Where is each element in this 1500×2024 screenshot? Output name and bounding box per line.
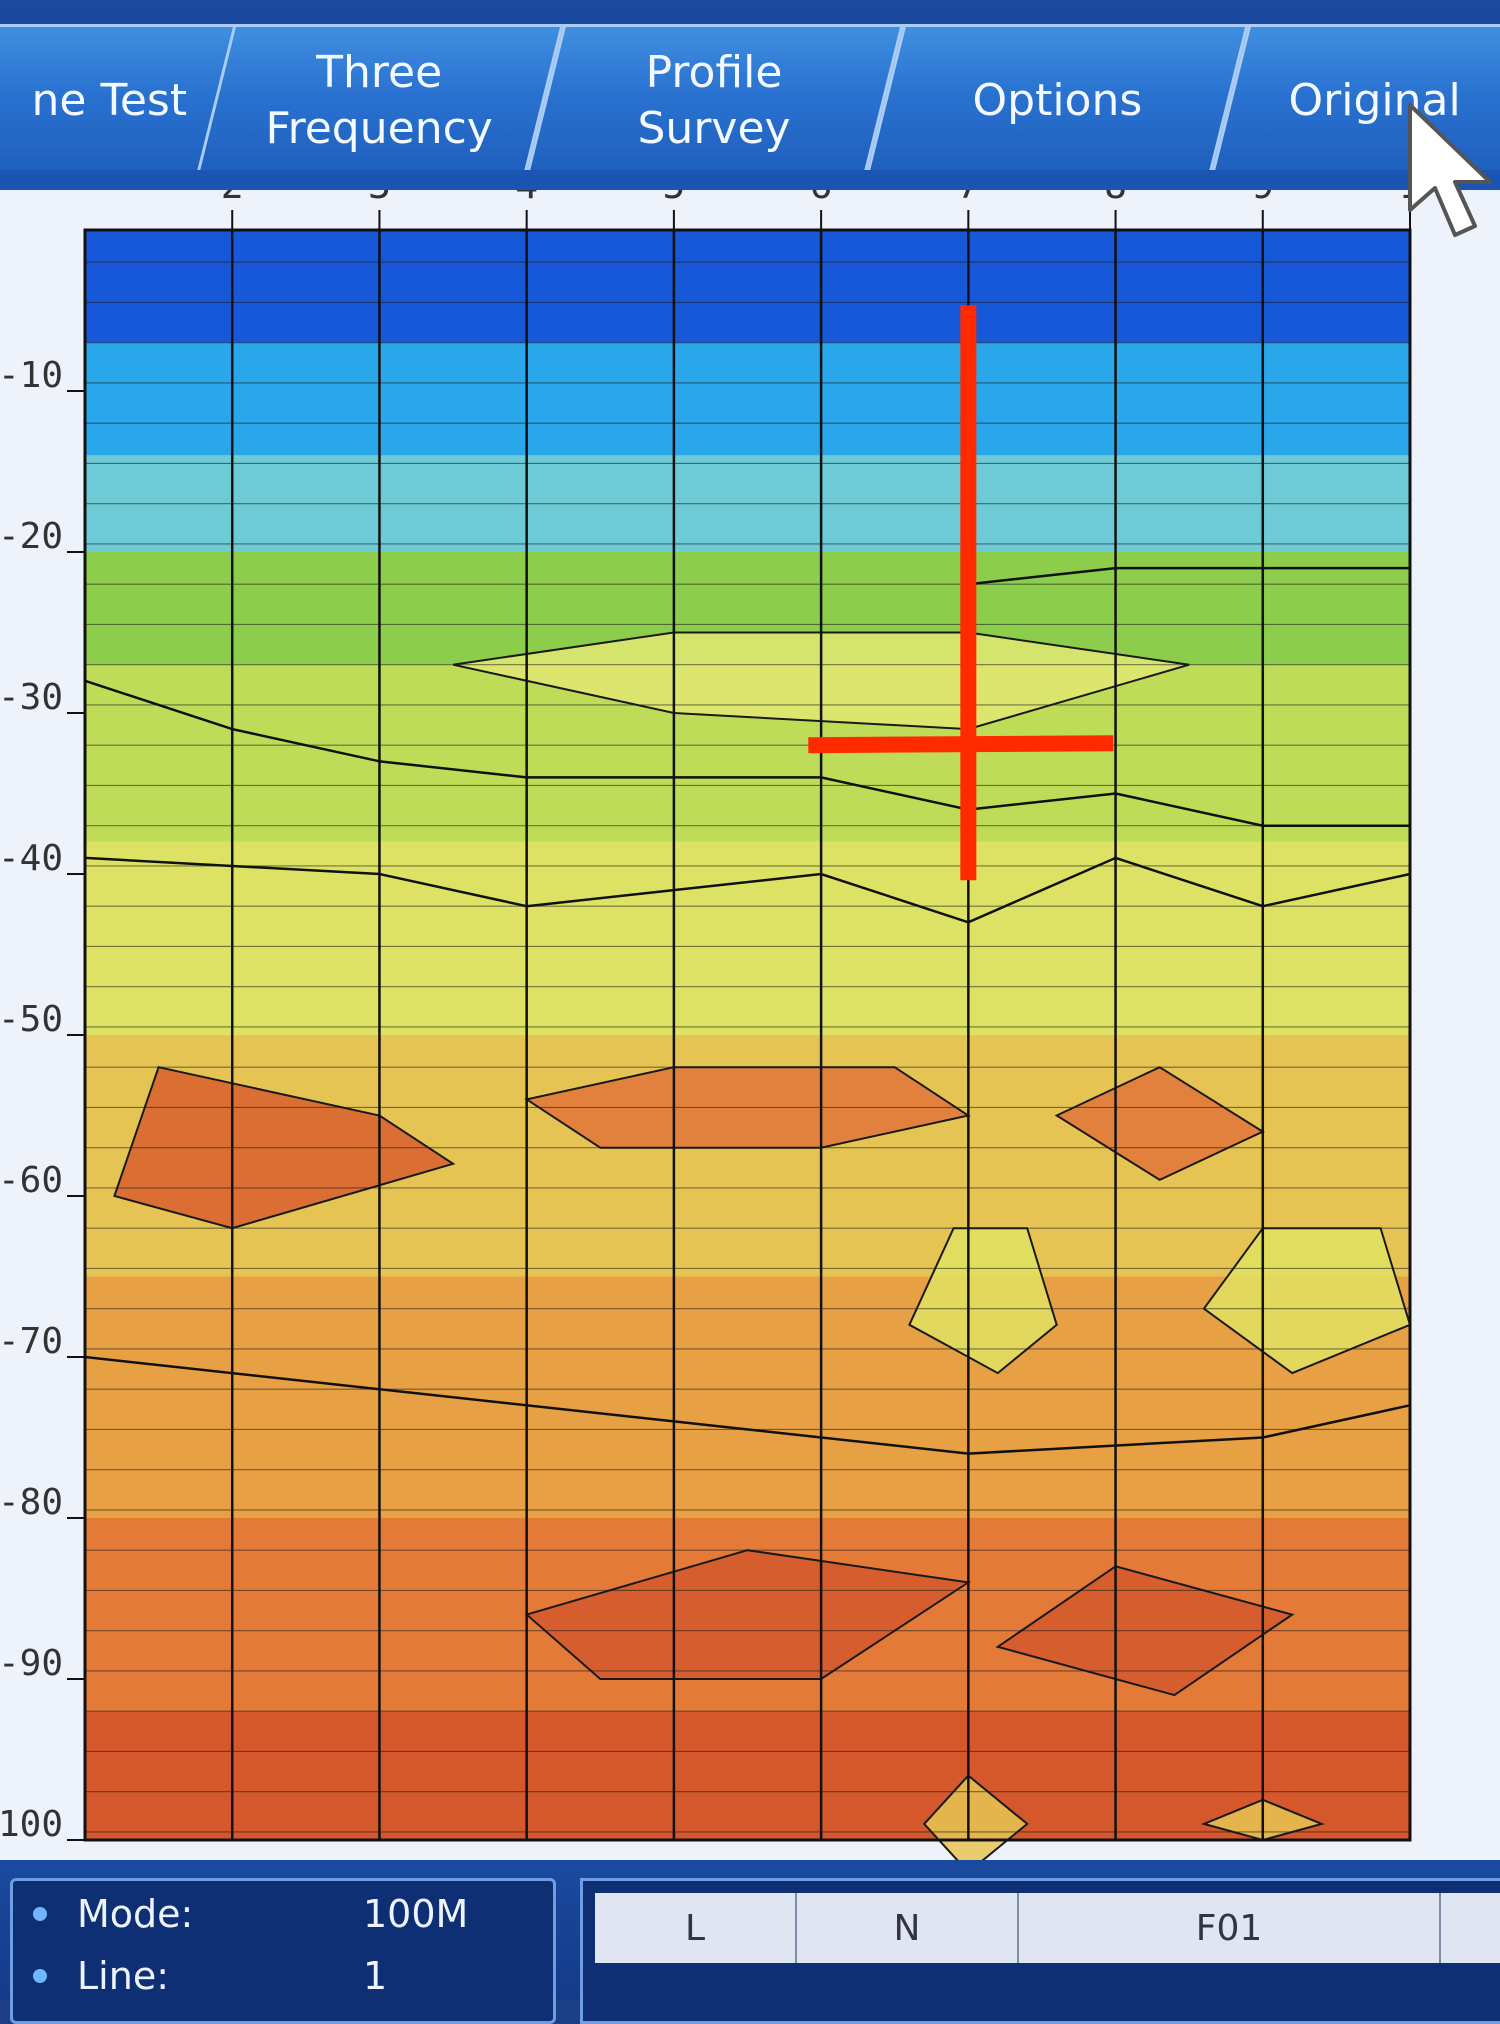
bullet-icon bbox=[33, 1907, 47, 1921]
y-tick-label: -100 bbox=[0, 1804, 63, 1845]
x-tick-label: 6 bbox=[810, 190, 833, 207]
x-tick-label: 8 bbox=[1104, 190, 1127, 207]
x-tick-label: 4 bbox=[515, 190, 538, 207]
y-tick-label: -20 bbox=[0, 516, 63, 557]
crosshair-horizontal bbox=[808, 735, 1114, 754]
mode-value: 100M bbox=[363, 1892, 469, 1936]
tab-three-frequency-label: Three Frequency bbox=[265, 46, 494, 154]
x-tick-label: 5 bbox=[662, 190, 685, 207]
line-row: Line: 1 bbox=[33, 1951, 387, 2001]
y-tick-label: -50 bbox=[0, 999, 63, 1040]
tab-options[interactable]: Options bbox=[866, 24, 1249, 174]
line-value: 1 bbox=[363, 1954, 388, 1998]
tab-profile-survey[interactable]: Profile Survey bbox=[526, 24, 904, 174]
y-tick-label: -90 bbox=[0, 1643, 63, 1684]
tab-bar: ne Test Three Frequency Profile Survey O… bbox=[0, 0, 1500, 190]
tab-three-frequency[interactable]: Three Frequency bbox=[196, 24, 564, 174]
data-table[interactable]: L N F01 bbox=[580, 1878, 1500, 2024]
tab-options-label: Options bbox=[972, 74, 1143, 126]
y-tick-label: -80 bbox=[0, 1482, 63, 1523]
tab-profile-survey-label: Profile Survey bbox=[638, 46, 792, 154]
tab-bar-base bbox=[0, 170, 1500, 190]
x-tick-label: 9 bbox=[1251, 190, 1274, 207]
y-tick-label: -40 bbox=[0, 838, 63, 879]
color-band bbox=[85, 841, 1410, 1035]
x-tick-label: 7 bbox=[957, 190, 980, 207]
y-tick-label: -60 bbox=[0, 1160, 63, 1201]
plot-panel: 234567891-10-20-30-40-50-60-70-80-90-100 bbox=[0, 190, 1500, 1880]
mode-label: Mode: bbox=[77, 1892, 194, 1936]
bullet-icon bbox=[33, 1969, 47, 1983]
column-header-l[interactable]: L bbox=[595, 1893, 797, 1963]
y-tick-label: -30 bbox=[0, 677, 63, 718]
table-header: L N F01 bbox=[595, 1893, 1500, 1963]
color-band bbox=[85, 342, 1410, 456]
mode-row: Mode: 100M bbox=[33, 1889, 468, 1939]
status-bar: Mode: 100M Line: 1 L N F01 bbox=[0, 1860, 1500, 2024]
status-panel: Mode: 100M Line: 1 bbox=[10, 1878, 556, 2024]
column-header-f01[interactable]: F01 bbox=[1019, 1893, 1441, 1963]
resistivity-contour-chart[interactable]: 234567891-10-20-30-40-50-60-70-80-90-100 bbox=[0, 190, 1500, 1880]
column-header-extra[interactable] bbox=[1441, 1893, 1500, 1963]
color-band bbox=[85, 230, 1410, 343]
column-header-n[interactable]: N bbox=[797, 1893, 1019, 1963]
y-tick-label: -10 bbox=[0, 355, 63, 396]
tab-line-test-label: ne Test bbox=[31, 74, 188, 126]
line-label: Line: bbox=[77, 1954, 169, 1998]
x-tick-label: 2 bbox=[221, 190, 244, 207]
x-tick-label: 3 bbox=[368, 190, 391, 207]
y-tick-label: -70 bbox=[0, 1321, 63, 1362]
mouse-pointer-icon bbox=[1408, 103, 1492, 237]
